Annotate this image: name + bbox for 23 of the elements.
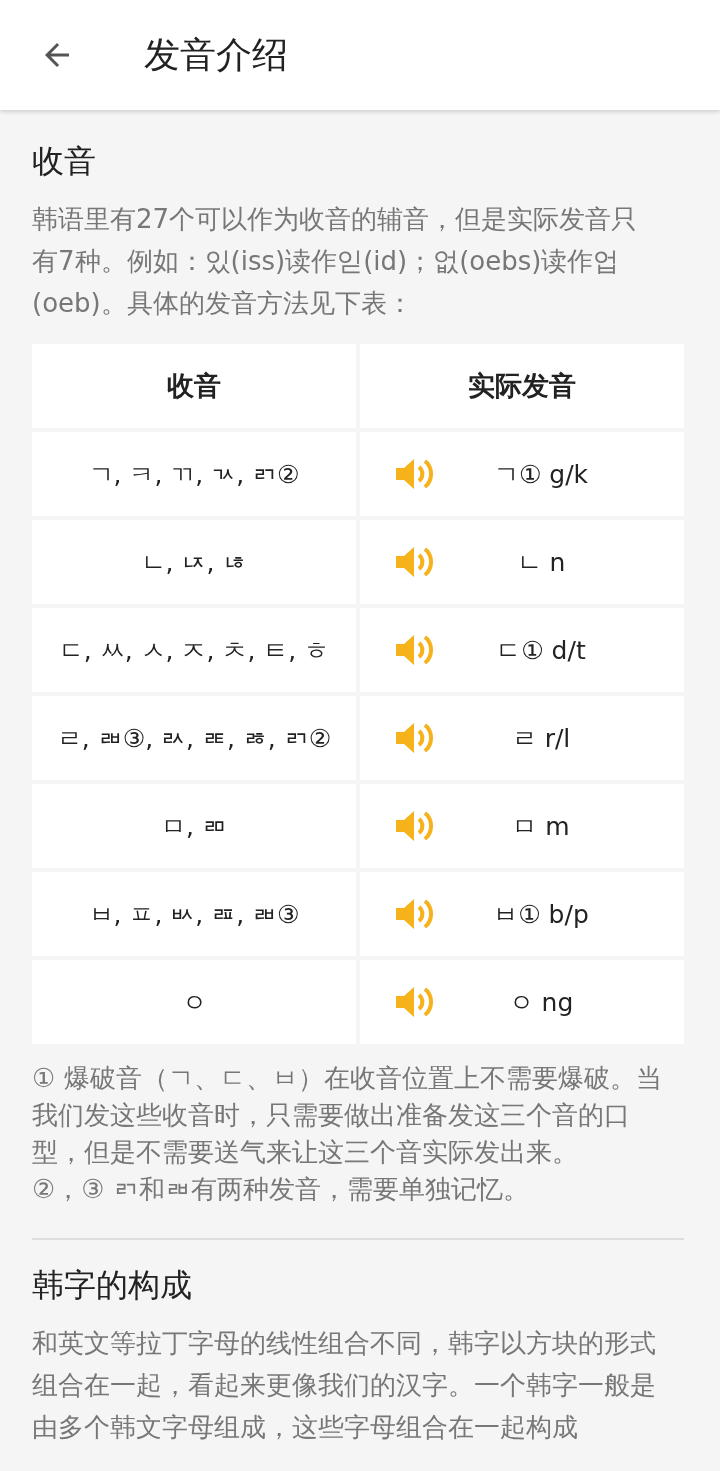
page-title: 发音介绍 (144, 32, 288, 77)
table-cell: ㄷ, ㅆ, ㅅ, ㅈ, ㅊ, ㅌ, ㅎ (32, 608, 356, 692)
table-cell: ㄱ, ㅋ, ㄲ, ㄳ, ㄺ② (32, 432, 356, 516)
section-heading: 收音 (32, 141, 97, 182)
paragraph: 和英文等拉丁字母的线性组合不同，韩字以方块的形式组合在一起，看起来更像我们的汉字。一个韩字一般是由多个韩文字母组成，这些字母组合在一起构成 (32, 1327, 657, 1444)
pronunciation: ㄹ r/l (510, 722, 572, 755)
table-cell: ㅁ, ㄻ (32, 784, 356, 868)
table-cell: ㅇ (32, 960, 356, 1044)
table-cell: ㅂ, ㅍ, ㅄ, ㄿ, ㄼ③ (32, 872, 356, 956)
pronunciation: ㅂ① b/p (492, 898, 590, 931)
pronunciation: ㄴ n (515, 546, 567, 579)
pronunciation: ㅇ ng (507, 986, 575, 1019)
footnote: ②，③ ㄺ和ㄼ有两种发音，需要单独记忆。 (32, 1173, 530, 1206)
pronunciation: ㄷ① d/t (495, 634, 587, 667)
column-header: 收音 (32, 344, 356, 428)
footnote: ① 爆破音（ㄱ、ㄷ、ㅂ）在收音位置上不需要爆破。当我们发这些收音时，只需要做出准备发这三个音的口型，但是不需要送气来让这三个音实际发出来。 (32, 1062, 663, 1169)
paragraph: 韩语里有27个可以作为收音的辅音，但是实际发音只有7种。例如：있(iss)读作읻(id)；없(oebs)读作업(oeb)。具体的发音方法见下表： (32, 203, 639, 320)
section-heading: 韩字的构成 (32, 1265, 193, 1306)
column-header: 实际发音 (360, 344, 684, 428)
pronunciation: ㄱ① g/k (492, 458, 590, 491)
table-cell: ㄴ, ㄵ, ㄶ (32, 520, 356, 604)
table-cell: ㄹ, ㄼ③, ㄽ, ㄾ, ㅀ, ㄺ② (32, 696, 356, 780)
pronunciation: ㅁ m (511, 810, 571, 843)
